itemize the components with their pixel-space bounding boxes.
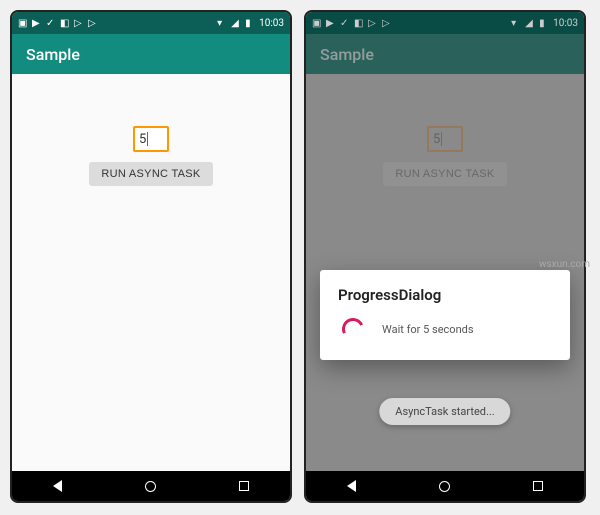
nav-back-icon[interactable] bbox=[53, 480, 62, 492]
app-title: Sample bbox=[320, 45, 374, 64]
dialog-title: ProgressDialog bbox=[338, 286, 552, 304]
status-time: 10:03 bbox=[553, 18, 578, 29]
wifi-icon: ▾ bbox=[511, 18, 521, 28]
status-right-icons: ▾ ◢ ▮ 10:03 bbox=[511, 18, 578, 29]
phone-screen-left: ▣ ▶ ✓ ◧ ▷ ▷ ▾ ◢ ▮ 10:03 Sample 5 RUN ASY… bbox=[10, 10, 292, 503]
nav-back-icon[interactable] bbox=[347, 480, 356, 492]
progress-dialog: ProgressDialog Wait for 5 seconds bbox=[320, 270, 570, 360]
text-cursor bbox=[147, 132, 148, 146]
app-bar: Sample bbox=[306, 34, 584, 74]
nav-recent-icon[interactable] bbox=[533, 481, 543, 491]
toast-message: AsyncTask started... bbox=[379, 398, 510, 425]
navigation-bar bbox=[306, 471, 584, 501]
input-value: 5 bbox=[139, 132, 146, 147]
notif-icon: ▷ bbox=[88, 18, 98, 28]
nav-recent-icon[interactable] bbox=[239, 481, 249, 491]
battery-icon: ▮ bbox=[245, 18, 255, 28]
navigation-bar bbox=[12, 471, 290, 501]
run-async-task-button[interactable]: RUN ASYNC TASK bbox=[89, 162, 212, 186]
notif-icon: ✓ bbox=[46, 18, 56, 28]
wifi-icon: ▾ bbox=[217, 18, 227, 28]
screen-content: 5 RUN ASYNC TASK bbox=[12, 74, 290, 471]
watermark: wsxun.com bbox=[539, 259, 590, 270]
notif-icon: ✓ bbox=[340, 18, 350, 28]
battery-icon: ▮ bbox=[539, 18, 549, 28]
app-bar: Sample bbox=[12, 34, 290, 74]
notif-icon: ▣ bbox=[312, 18, 322, 28]
notif-icon: ◧ bbox=[60, 18, 70, 28]
notif-icon: ▷ bbox=[382, 18, 392, 28]
nav-home-icon[interactable] bbox=[439, 481, 450, 492]
status-bar: ▣ ▶ ✓ ◧ ▷ ▷ ▾ ◢ ▮ 10:03 bbox=[306, 12, 584, 34]
notif-icon: ▶ bbox=[326, 18, 336, 28]
status-bar: ▣ ▶ ✓ ◧ ▷ ▷ ▾ ◢ ▮ 10:03 bbox=[12, 12, 290, 34]
nav-home-icon[interactable] bbox=[145, 481, 156, 492]
notif-icon: ▣ bbox=[18, 18, 28, 28]
screen-content: 5 RUN ASYNC TASK ProgressDialog Wait for… bbox=[306, 74, 584, 471]
dialog-message: Wait for 5 seconds bbox=[382, 323, 474, 336]
phone-screen-right: ▣ ▶ ✓ ◧ ▷ ▷ ▾ ◢ ▮ 10:03 Sample 5 RUN ASY… bbox=[304, 10, 586, 503]
status-right-icons: ▾ ◢ ▮ 10:03 bbox=[217, 18, 284, 29]
status-left-icons: ▣ ▶ ✓ ◧ ▷ ▷ bbox=[18, 18, 98, 28]
app-title: Sample bbox=[26, 45, 80, 64]
signal-icon: ◢ bbox=[231, 18, 241, 28]
status-time: 10:03 bbox=[259, 18, 284, 29]
status-left-icons: ▣ ▶ ✓ ◧ ▷ ▷ bbox=[312, 18, 392, 28]
seconds-input[interactable]: 5 bbox=[133, 126, 169, 152]
spinner-icon bbox=[339, 315, 367, 343]
dialog-body: Wait for 5 seconds bbox=[338, 318, 552, 340]
notif-icon: ▶ bbox=[32, 18, 42, 28]
notif-icon: ▷ bbox=[368, 18, 378, 28]
notif-icon: ▷ bbox=[74, 18, 84, 28]
notif-icon: ◧ bbox=[354, 18, 364, 28]
signal-icon: ◢ bbox=[525, 18, 535, 28]
